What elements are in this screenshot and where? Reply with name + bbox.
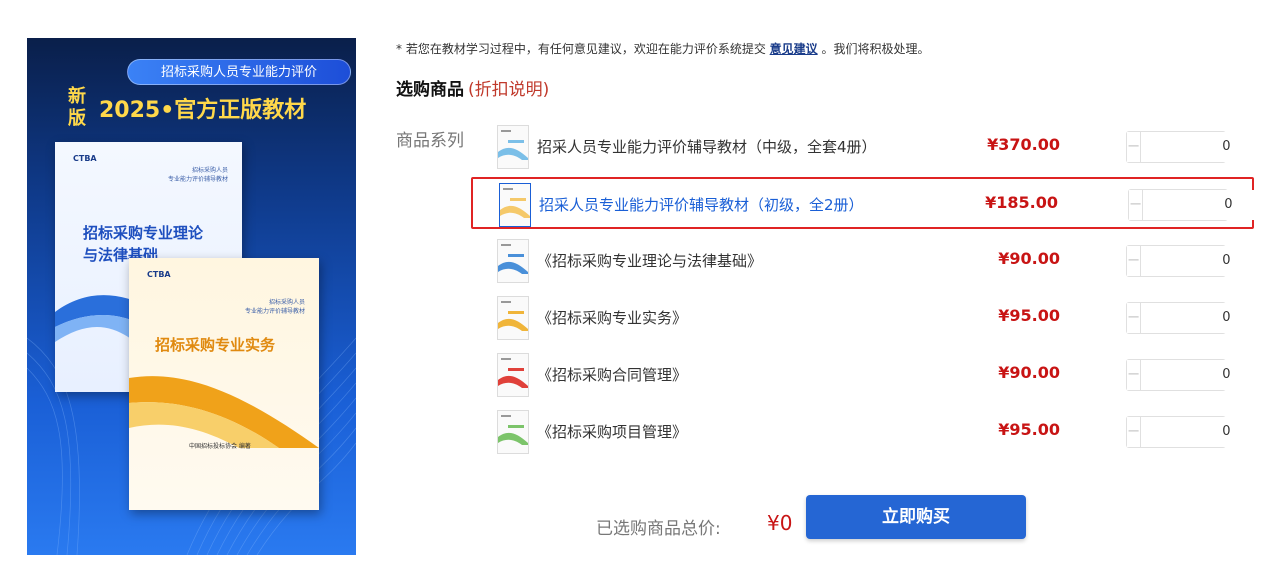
product-row[interactable]: 《招标采购专业理论与法律基础》 ¥90.00 −+ — [471, 235, 1270, 287]
product-thumbnail[interactable] — [497, 239, 529, 283]
discount-info-link[interactable]: (折扣说明) — [468, 80, 549, 100]
ctba-logo: CTBA — [73, 154, 97, 163]
book-thumbnail-icon — [500, 184, 530, 226]
product-row[interactable]: 招采人员专业能力评价辅导教材（中级，全套4册） ¥370.00 −+ — [471, 121, 1270, 173]
quantity-stepper: −+ — [1126, 245, 1270, 277]
quantity-input[interactable] — [1141, 417, 1270, 447]
book-thumbnail-icon — [498, 240, 528, 282]
product-thumbnail[interactable] — [497, 410, 529, 454]
product-name[interactable]: 《招标采购项目管理》 — [537, 421, 687, 442]
quantity-stepper: −+ — [1126, 302, 1270, 334]
book-cover-practice: CTBA 招标采购人员 专业能力评价辅导教材 招标采购专业实务 中国招标投标协会… — [129, 258, 319, 510]
decrement-button[interactable]: − — [1127, 360, 1142, 390]
product-name[interactable]: 《招标采购专业实务》 — [537, 307, 687, 328]
ctba-logo: CTBA — [147, 270, 171, 279]
book-thumbnail-icon — [498, 297, 528, 339]
quantity-stepper: −+ — [1126, 359, 1270, 391]
product-name[interactable]: 招采人员专业能力评价辅导教材（中级，全套4册） — [537, 136, 877, 157]
product-name[interactable]: 招采人员专业能力评价辅导教材（初级，全2册） — [539, 194, 864, 215]
book-thumbnail-icon — [498, 411, 528, 453]
product-name[interactable]: 《招标采购合同管理》 — [537, 364, 687, 385]
book-subtitle: 招标采购人员 专业能力评价辅导教材 — [167, 167, 228, 183]
book-thumbnail-icon — [498, 354, 528, 396]
product-price: ¥90.00 — [998, 249, 1060, 268]
quantity-input[interactable] — [1143, 190, 1270, 220]
product-thumbnail[interactable] — [497, 125, 529, 169]
total-value: ¥0 — [767, 511, 793, 535]
decrement-button[interactable]: − — [1127, 303, 1142, 333]
book-title: 招标采购专业实务 — [155, 336, 276, 354]
quantity-stepper: −+ — [1126, 131, 1270, 163]
product-row[interactable]: 招采人员专业能力评价辅导教材（初级，全2册） ¥185.00 −+ — [471, 177, 1270, 229]
quantity-input[interactable] — [1141, 303, 1270, 333]
book-thumbnail-icon — [498, 126, 528, 168]
quantity-stepper: −+ — [1128, 189, 1270, 221]
book-publisher: 中国招标投标协会 编著 — [189, 443, 251, 450]
product-row[interactable]: 《招标采购专业实务》 ¥95.00 −+ — [471, 292, 1270, 344]
buy-now-button[interactable]: 立即购买 — [806, 495, 1026, 539]
product-name[interactable]: 《招标采购专业理论与法律基础》 — [537, 250, 762, 271]
ribbon-graphic — [129, 376, 319, 448]
product-thumbnail[interactable] — [497, 296, 529, 340]
notice-prefix: * 若您在教材学习过程中，有任何意见建议，欢迎在能力评价系统提交 — [396, 42, 770, 56]
notice-suffix: 。我们将积极处理。 — [817, 42, 930, 56]
section-title: 选购商品 (折扣说明) — [396, 75, 549, 100]
product-thumbnail[interactable] — [497, 353, 529, 397]
decrement-button[interactable]: − — [1127, 132, 1142, 162]
product-thumbnail[interactable] — [499, 183, 531, 227]
decrement-button[interactable]: − — [1127, 246, 1142, 276]
quantity-input[interactable] — [1141, 132, 1270, 162]
product-row[interactable]: 《招标采购合同管理》 ¥90.00 −+ — [471, 349, 1270, 401]
series-label: 商品系列 — [396, 131, 464, 151]
quantity-input[interactable] — [1141, 246, 1270, 276]
section-title-text: 选购商品 — [396, 80, 464, 100]
product-price: ¥90.00 — [998, 363, 1060, 382]
banner-pill: 招标采购人员专业能力评价 — [127, 59, 351, 85]
feedback-link[interactable]: 意见建议 — [770, 42, 818, 56]
product-price: ¥95.00 — [998, 306, 1060, 325]
book-subtitle: 招标采购人员 专业能力评价辅导教材 — [244, 299, 305, 315]
decrement-button[interactable]: − — [1127, 417, 1142, 447]
total-label: 已选购商品总价: — [596, 519, 721, 539]
feedback-notice: * 若您在教材学习过程中，有任何意见建议，欢迎在能力评价系统提交 意见建议 。我… — [396, 40, 929, 57]
product-row[interactable]: 《招标采购项目管理》 ¥95.00 −+ — [471, 406, 1270, 458]
quantity-input[interactable] — [1141, 360, 1270, 390]
product-price: ¥95.00 — [998, 420, 1060, 439]
quantity-stepper: −+ — [1126, 416, 1270, 448]
banner-title: 2025•官方正版教材 — [99, 98, 307, 123]
promo-banner: 招标采购人员专业能力评价 新版 2025•官方正版教材 CTBA 招标采购人员 … — [27, 38, 356, 555]
decrement-button[interactable]: − — [1129, 190, 1144, 220]
new-edition-badge: 新版 — [68, 86, 86, 129]
product-price: ¥185.00 — [985, 193, 1058, 212]
product-price: ¥370.00 — [987, 135, 1060, 154]
